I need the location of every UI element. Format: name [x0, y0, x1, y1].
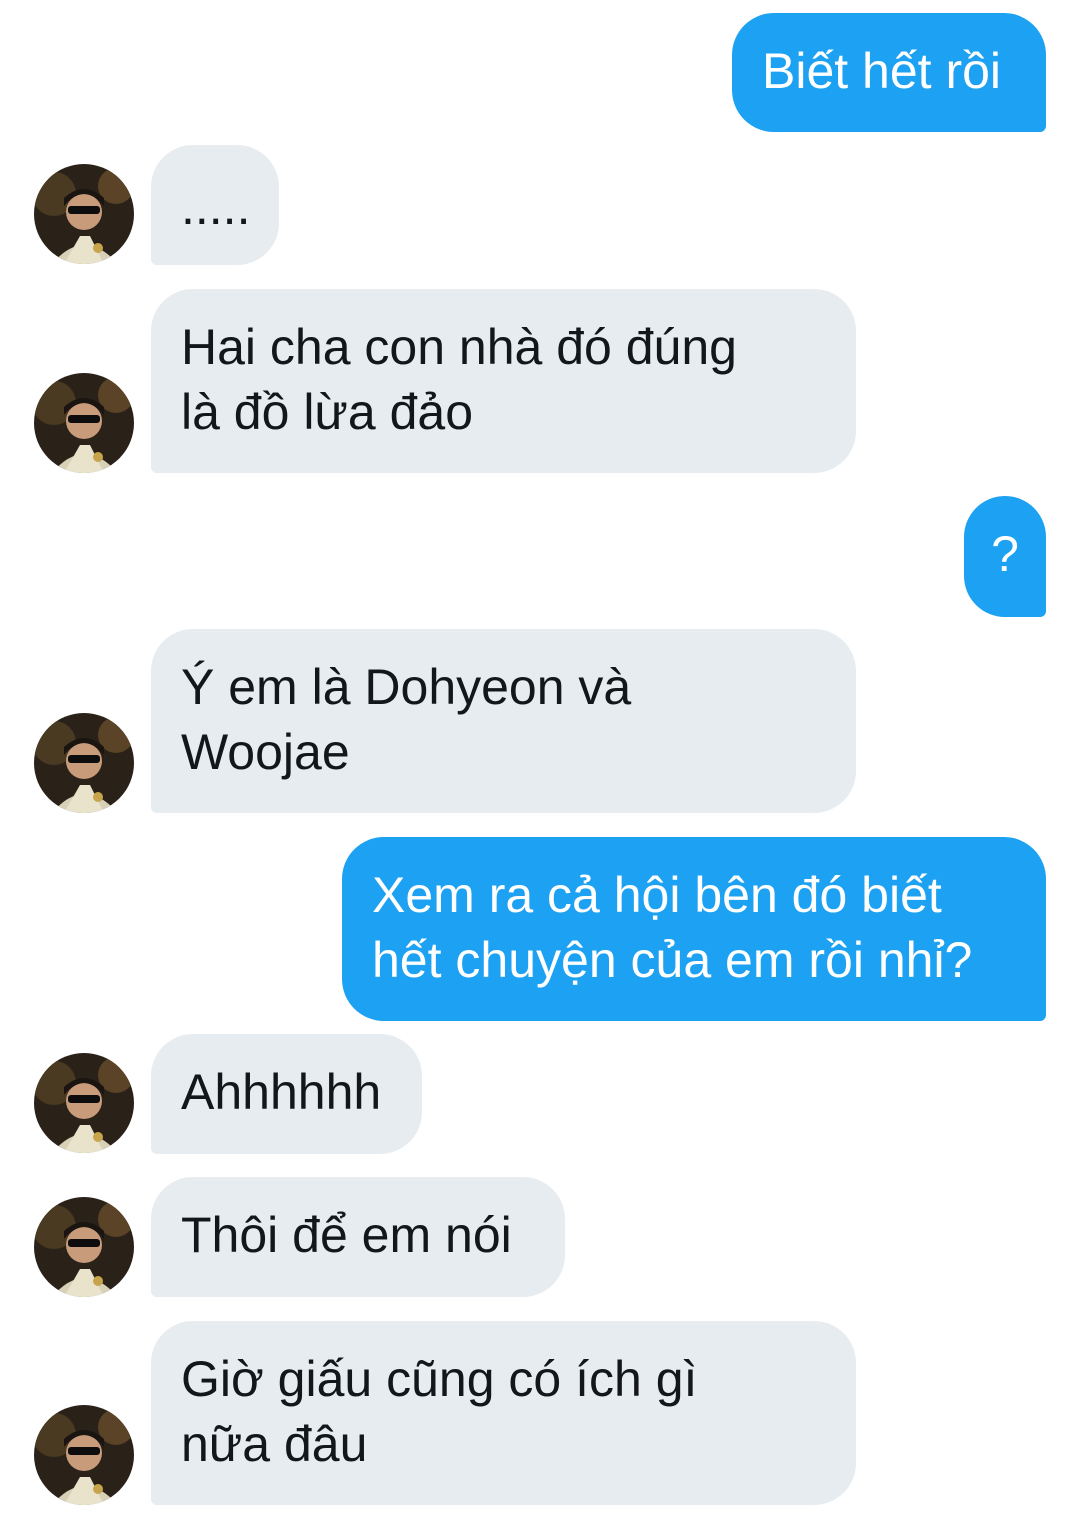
avatar-icon — [34, 1053, 134, 1153]
avatar-icon — [34, 373, 134, 473]
received-message-bubble[interactable]: ..... — [151, 145, 279, 265]
received-message-bubble[interactable]: Thôi để em nói — [151, 1177, 565, 1297]
avatar[interactable] — [34, 1053, 134, 1153]
avatar[interactable] — [34, 713, 134, 813]
sent-message-bubble[interactable]: Xem ra cả hội bên đó biết hết chuyện của… — [342, 837, 1046, 1021]
received-message-bubble[interactable]: Hai cha con nhà đó đúng là đồ lừa đảo — [151, 289, 856, 473]
received-message-bubble[interactable]: Ý em là Dohyeon và Woojae — [151, 629, 856, 813]
avatar-icon — [34, 713, 134, 813]
avatar[interactable] — [34, 1405, 134, 1505]
sent-message-bubble[interactable]: ? — [964, 496, 1046, 617]
received-message-bubble[interactable]: Giờ giấu cũng có ích gì nữa đâu — [151, 1321, 856, 1505]
message-thread: Biết hết rồi ..... Hai cha con nhà đó đú… — [0, 0, 1080, 1521]
avatar[interactable] — [34, 373, 134, 473]
avatar-icon — [34, 1405, 134, 1505]
avatar-icon — [34, 1197, 134, 1297]
avatar-icon — [34, 164, 134, 264]
received-message-bubble[interactable]: Ahhhhhh — [151, 1034, 422, 1154]
avatar[interactable] — [34, 164, 134, 264]
avatar[interactable] — [34, 1197, 134, 1297]
sent-message-bubble[interactable]: Biết hết rồi — [732, 13, 1046, 132]
